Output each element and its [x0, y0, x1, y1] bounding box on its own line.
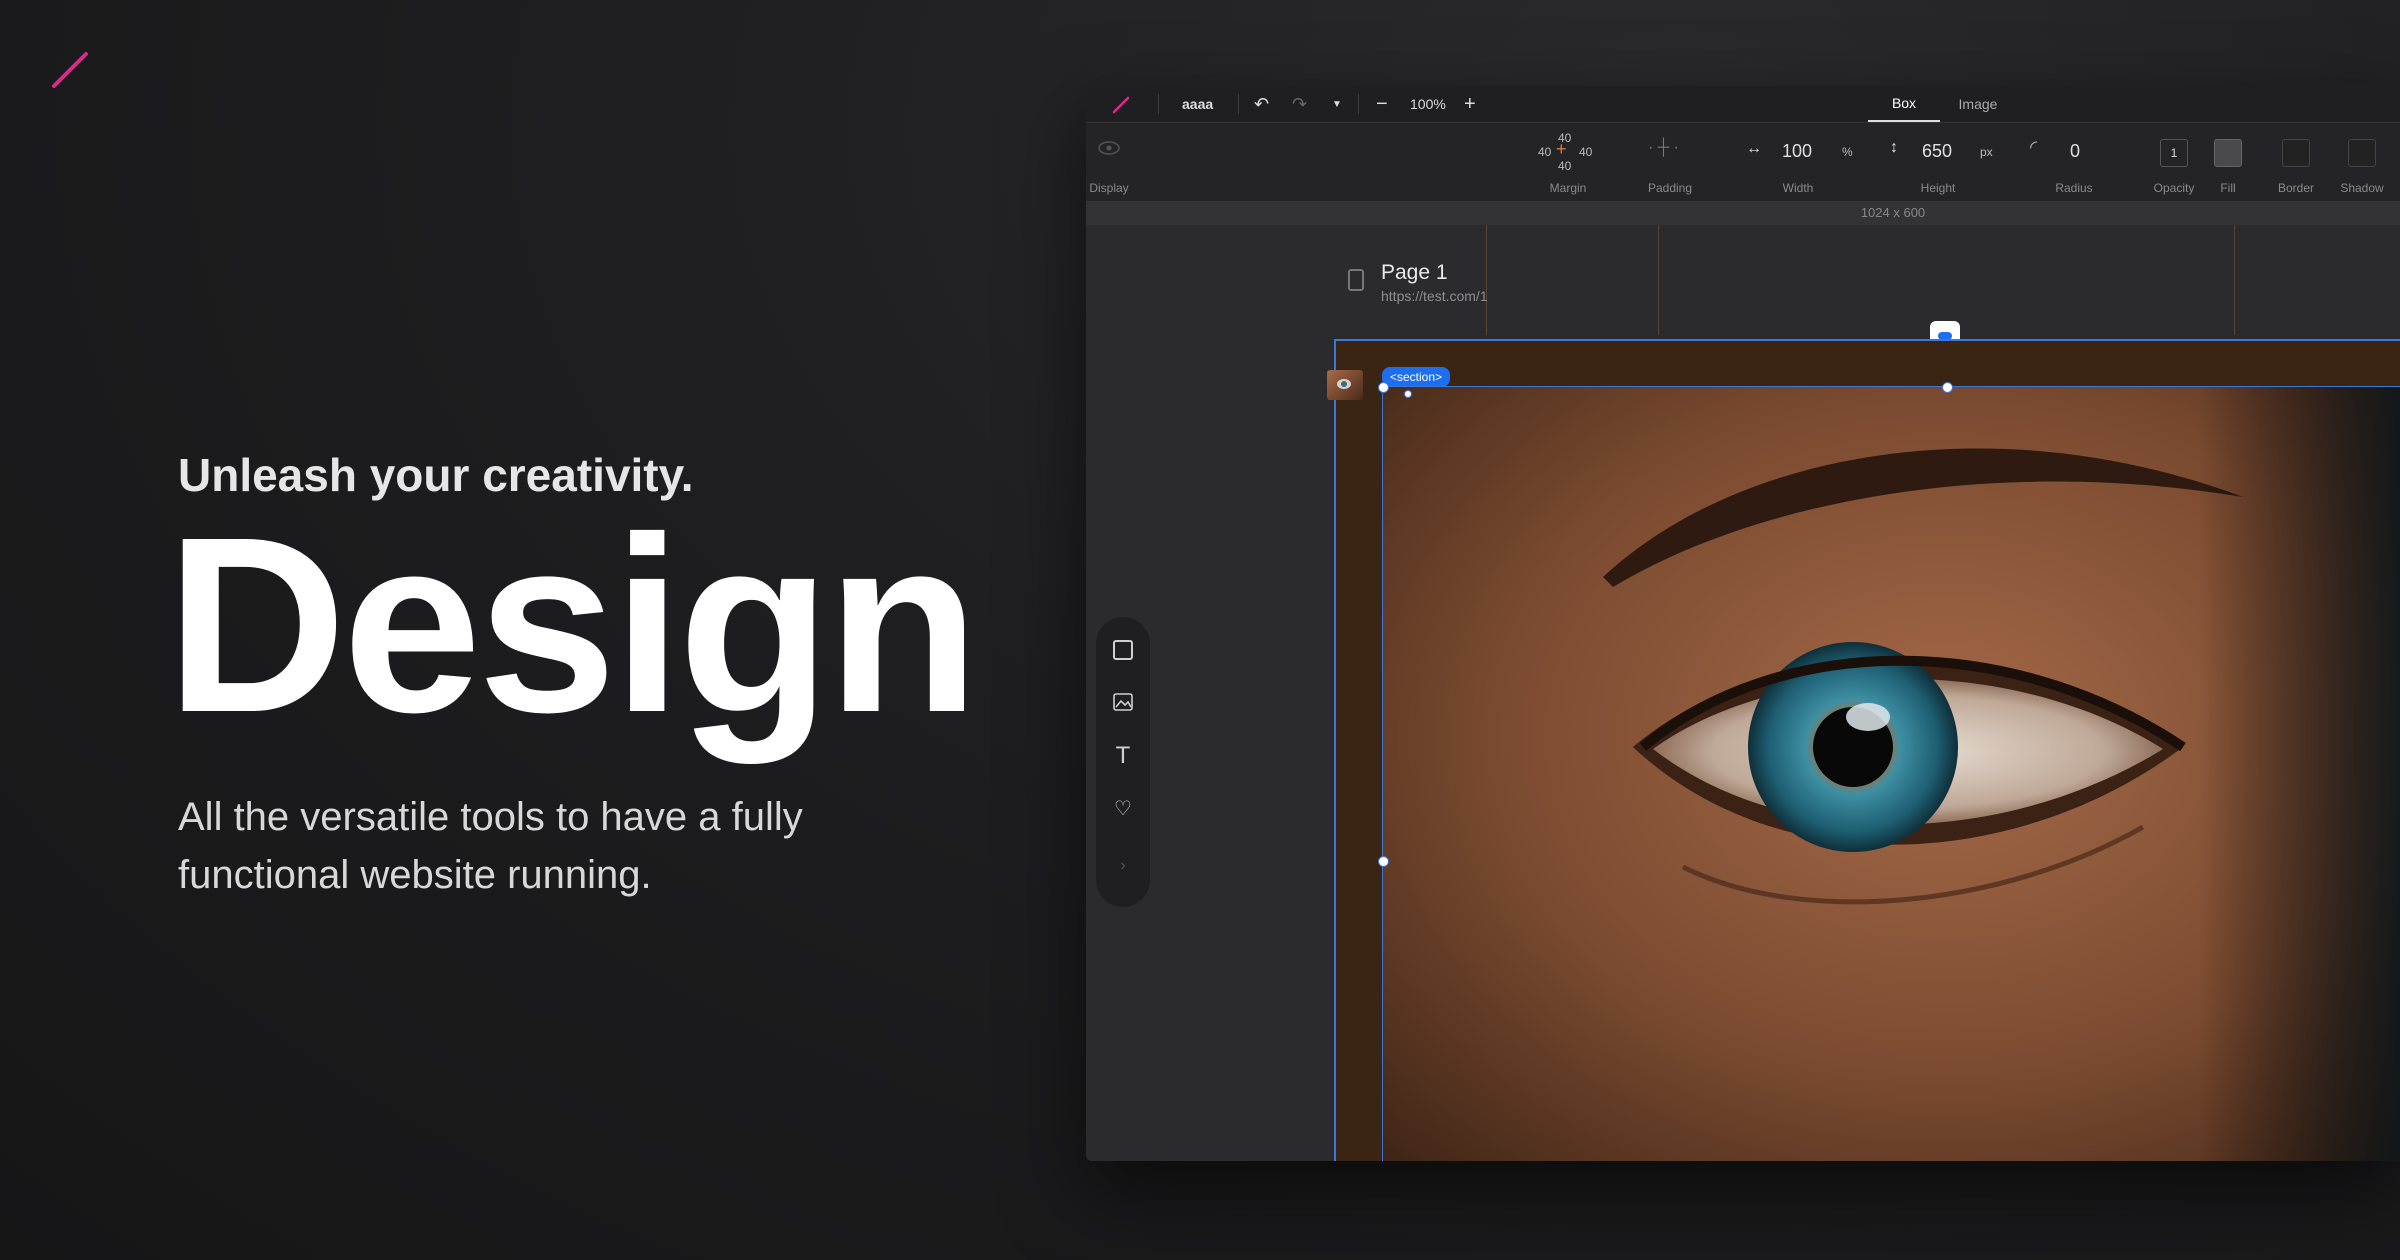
fill-swatch[interactable]	[2214, 139, 2242, 167]
heart-icon[interactable]: ♡	[1112, 797, 1134, 820]
border-label: Border	[2277, 181, 2315, 195]
radius-label: Radius	[2055, 181, 2093, 195]
image-tool-icon[interactable]	[1112, 691, 1134, 713]
height-value[interactable]: 650	[1922, 141, 1952, 162]
guide-line	[1658, 225, 1659, 335]
editor-window: aaaa ↶ ↷ ▼ − 100% + Box Image Display 40…	[1086, 86, 2400, 1161]
margin-label: Margin	[1549, 181, 1587, 195]
app-logo-icon[interactable]	[1112, 96, 1130, 114]
margin-bottom[interactable]: 40	[1558, 159, 1571, 173]
image-element[interactable]	[1382, 386, 2400, 1161]
tab-image[interactable]: Image	[1944, 86, 2012, 122]
guide-line	[1486, 225, 1487, 335]
brand-logo	[52, 52, 88, 88]
viewport-size: 1024 x 600	[1860, 205, 1926, 220]
height-label: Height	[1920, 181, 1956, 195]
radius-value[interactable]: 0	[2070, 141, 2080, 162]
width-unit[interactable]: %	[1842, 145, 1853, 159]
guide-line	[2234, 225, 2235, 335]
layer-thumbnail[interactable]	[1327, 370, 1363, 400]
width-label: Width	[1782, 181, 1814, 195]
history-dropdown-icon[interactable]: ▼	[1332, 86, 1342, 122]
resize-handle[interactable]	[1942, 382, 1953, 393]
undo-icon[interactable]: ↶	[1254, 86, 1269, 122]
padding-cross-icon[interactable]: · ┼ ·	[1648, 139, 1679, 157]
section-tag-badge[interactable]: <section>	[1382, 367, 1451, 387]
display-label: Display	[1089, 181, 1129, 195]
width-arrow-icon: ↔	[1746, 140, 1762, 157]
editor-topbar: aaaa ↶ ↷ ▼ − 100% + Box Image	[1086, 86, 2400, 123]
hero-headline: Design	[166, 485, 979, 764]
fill-label: Fill	[2220, 181, 2236, 195]
shadow-swatch[interactable]	[2348, 139, 2376, 167]
radius-icon: ◜	[2030, 137, 2037, 157]
shadow-label: Shadow	[2340, 181, 2384, 195]
margin-right[interactable]: 40	[1579, 145, 1592, 159]
resize-handle[interactable]	[1378, 856, 1389, 867]
width-value[interactable]: 100	[1782, 141, 1812, 162]
resize-handle[interactable]	[1378, 382, 1389, 393]
eye-photo	[1383, 387, 2400, 1161]
property-bar: Display 40 40 + 40 40 Margin · ┼ · Paddi…	[1086, 123, 2400, 202]
height-arrow-icon: ↕	[1890, 139, 1898, 156]
border-swatch[interactable]	[2282, 139, 2310, 167]
eye-icon[interactable]	[1098, 141, 1120, 155]
tab-box[interactable]: Box	[1868, 86, 1940, 122]
margin-left[interactable]: 40	[1538, 145, 1551, 159]
hero-description: All the versatile tools to have a fully …	[178, 795, 803, 897]
opacity-input[interactable]: 1	[2160, 139, 2188, 167]
canvas-ruler: 1024 x 600	[1086, 201, 2400, 226]
chevron-right-icon[interactable]: ›	[1112, 855, 1134, 877]
box-tool-icon[interactable]	[1112, 639, 1134, 661]
design-canvas[interactable]: Page 1 https://test.com/1 <section> T ♡ …	[1086, 225, 2400, 1161]
project-name[interactable]: aaaa	[1182, 86, 1213, 122]
zoom-level: 100%	[1410, 96, 1446, 112]
text-tool-icon[interactable]: T	[1112, 742, 1134, 769]
margin-cross-icon: +	[1556, 139, 1567, 159]
height-unit[interactable]: px	[1980, 145, 1993, 159]
page-icon	[1348, 269, 1364, 291]
padding-label: Padding	[1647, 181, 1693, 195]
radius-handle[interactable]	[1404, 390, 1412, 398]
zoom-in-button[interactable]: +	[1464, 86, 1476, 122]
page-title[interactable]: Page 1	[1381, 261, 1448, 285]
zoom-out-button[interactable]: −	[1376, 86, 1388, 122]
tool-palette: T ♡ ›	[1096, 617, 1150, 907]
redo-icon[interactable]: ↷	[1292, 86, 1307, 122]
page-url: https://test.com/1	[1381, 288, 1488, 304]
